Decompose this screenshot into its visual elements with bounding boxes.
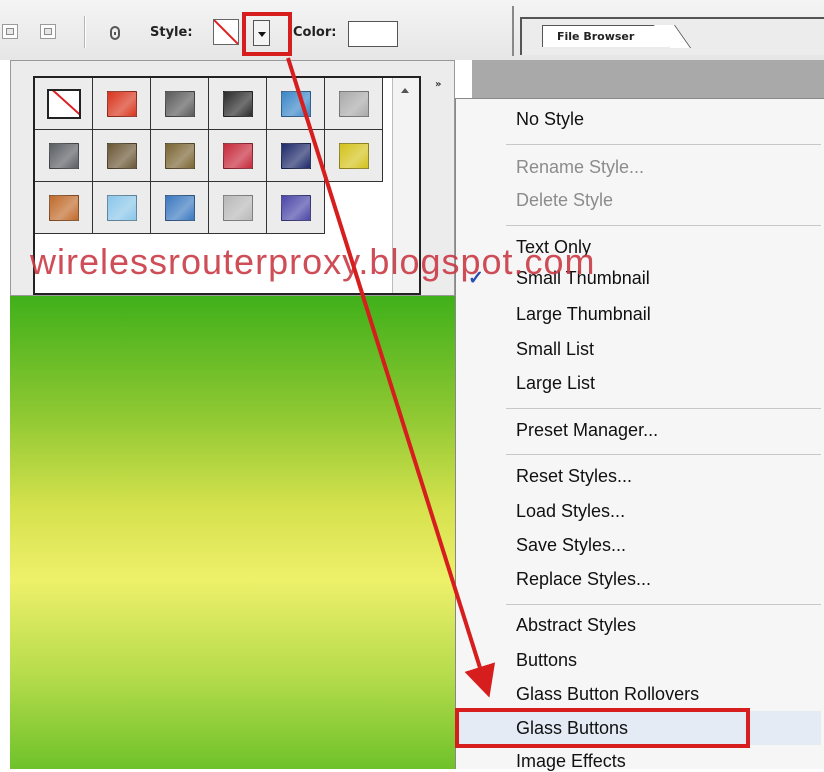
silver-pattern-swatch-icon [223, 195, 253, 221]
palette-well-background [472, 60, 824, 100]
tab-file-browser[interactable]: File Browser [542, 25, 670, 47]
chrome-black-swatch-icon [223, 91, 253, 117]
yellow-gold-swatch-icon [339, 143, 369, 169]
steel-swatch-icon [49, 143, 79, 169]
subtract-shape-icon[interactable] [2, 24, 18, 39]
menu-item-preset-manager[interactable]: Preset Manager... [516, 420, 658, 441]
styles-context-menu: No Style Rename Style... Delete Style Text … [455, 98, 824, 771]
style-cell-multicolor[interactable] [267, 130, 325, 182]
menu-item-load-styles[interactable]: Load Styles... [516, 501, 625, 522]
blue-glass-swatch-icon [281, 91, 311, 117]
sunset-blue-swatch-icon [165, 195, 195, 221]
menu-item-small-list[interactable]: Small List [516, 339, 594, 360]
style-label: Style: [150, 25, 193, 40]
style-cell-red-stripe[interactable] [209, 130, 267, 182]
purple-blue-swatch-icon [281, 195, 311, 221]
scroll-up-icon[interactable] [401, 88, 409, 93]
document-canvas[interactable] [10, 296, 455, 769]
menu-separator [506, 225, 821, 226]
style-cell-steel[interactable] [35, 130, 93, 182]
red-stripe-swatch-icon [223, 143, 253, 169]
style-cell-light-gray[interactable] [325, 78, 383, 130]
style-cell-silver-pattern[interactable] [209, 182, 267, 234]
menu-item-no-style[interactable]: No Style [516, 109, 584, 130]
style-cell-sunset-blue[interactable] [151, 182, 209, 234]
panel-menu-flyout-icon[interactable]: » [435, 79, 441, 90]
glass-buttons-highlight-box [455, 708, 750, 748]
menu-separator [506, 454, 821, 455]
menu-item-rename-style: Rename Style... [516, 157, 645, 177]
style-cell-bronze-dark[interactable] [93, 130, 151, 182]
menu-item-glass-button-rollovers[interactable]: Glass Button Rollovers [516, 684, 699, 705]
style-cell-copper[interactable] [35, 182, 93, 234]
style-cell-dark-gray[interactable] [151, 78, 209, 130]
style-cell-blue-glass[interactable] [267, 78, 325, 130]
no-style-swatch-icon [47, 89, 81, 119]
chain-link-icon[interactable] [110, 26, 120, 40]
swatch-grid-cells [35, 78, 383, 236]
menu-separator [506, 144, 821, 145]
menu-item-large-list[interactable]: Large List [516, 373, 595, 394]
copper-swatch-icon [49, 195, 79, 221]
color-label: Color: [293, 25, 337, 40]
color-swatch[interactable] [348, 21, 398, 47]
menu-item-replace-styles[interactable]: Replace Styles... [516, 569, 651, 590]
dark-gray-swatch-icon [165, 91, 195, 117]
no-style-slash-icon [49, 91, 79, 117]
style-cell-red-glow[interactable] [93, 78, 151, 130]
bronze-dark-swatch-icon [107, 143, 137, 169]
style-cell-no-style[interactable] [35, 78, 93, 130]
dropdown-highlight-box [242, 12, 292, 56]
menu-item-buttons[interactable]: Buttons [516, 650, 577, 671]
menu-item-large-thumbnail[interactable]: Large Thumbnail [516, 304, 651, 325]
style-cell-sky-blue[interactable] [93, 182, 151, 234]
style-cell-bronze[interactable] [151, 130, 209, 182]
intersect-shape-icon[interactable] [40, 24, 56, 39]
menu-item-save-styles[interactable]: Save Styles... [516, 535, 626, 556]
watermark-text: wirelessrouterproxy.blogspot.com [30, 241, 596, 282]
light-gray-swatch-icon [339, 91, 369, 117]
menu-item-abstract-styles[interactable]: Abstract Styles [516, 615, 636, 636]
menu-item-reset-styles[interactable]: Reset Styles... [516, 466, 632, 487]
options-bar: Style: Color: File Browser [0, 0, 824, 60]
bronze-swatch-icon [165, 143, 195, 169]
no-style-icon [214, 20, 238, 44]
palette-well-divider [512, 6, 514, 56]
style-cell-purple-blue[interactable] [267, 182, 325, 234]
toolbar-divider [84, 16, 86, 48]
red-glow-swatch-icon [107, 91, 137, 117]
menu-separator [506, 604, 821, 605]
style-swatch[interactable] [213, 19, 239, 45]
sky-blue-swatch-icon [107, 195, 137, 221]
palette-well: File Browser [520, 17, 824, 55]
style-cell-yellow-gold[interactable] [325, 130, 383, 182]
menu-item-delete-style: Delete Style [516, 190, 614, 210]
menu-separator [506, 408, 821, 409]
style-cell-chrome-black[interactable] [209, 78, 267, 130]
multicolor-swatch-icon [281, 143, 311, 169]
